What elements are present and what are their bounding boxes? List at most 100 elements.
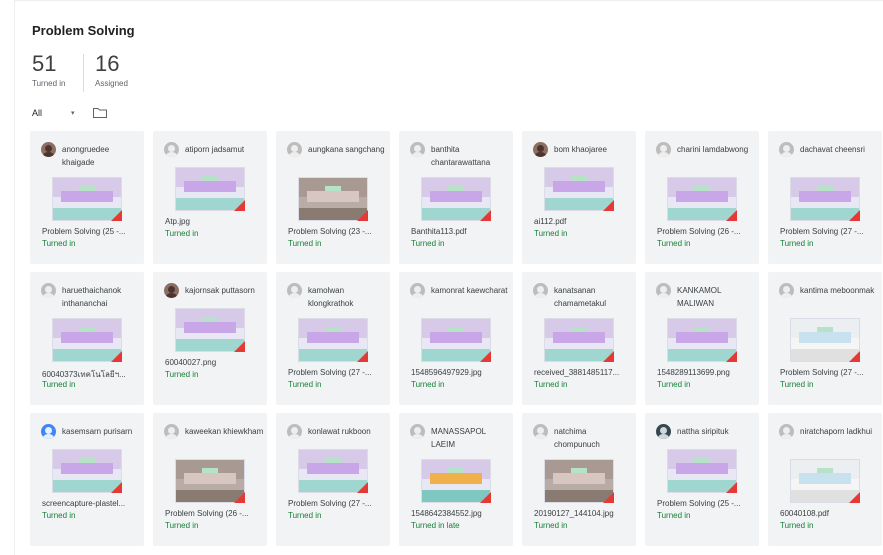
attachment-filename[interactable]: Problem Solving (27 -... [780, 227, 878, 236]
filter-dropdown[interactable]: All [32, 108, 42, 118]
turned-in-stat[interactable]: 51 Turned in [32, 52, 66, 89]
student-name[interactable]: atiporn jadsamut [185, 143, 265, 156]
file-type-badge-icon [603, 492, 614, 503]
avatar-icon [41, 283, 56, 298]
student-name[interactable]: kajornsak puttasorn [185, 284, 265, 297]
attachment-filename[interactable]: received_3881485117... [534, 368, 632, 377]
student-card[interactable]: kasemsarn purisarn screencapture-plastel.… [30, 413, 144, 546]
attachment-filename[interactable]: Problem Solving (26 -... [657, 227, 755, 236]
attachment-filename[interactable]: Problem Solving (27 -... [288, 499, 386, 508]
student-card[interactable]: kantima meboonmak Problem Solving (27 -..… [768, 272, 882, 405]
student-card[interactable]: banthita chantarawattana Banthita113.pdf T… [399, 131, 513, 264]
attachment-filename[interactable]: 60040027.png [165, 358, 263, 367]
avatar-icon [533, 142, 548, 157]
submission-status: Turned in [534, 521, 568, 530]
assigned-count: 16 [95, 51, 120, 76]
student-name[interactable]: charini lamdabwong [677, 143, 757, 156]
student-name[interactable]: dachavat cheensri [800, 143, 880, 156]
avatar-icon [287, 283, 302, 298]
submission-status: Turned in [780, 521, 814, 530]
attachment-filename[interactable]: 1548596497929.jpg [411, 368, 509, 377]
student-name[interactable]: kasemsarn purisarn [62, 425, 142, 438]
student-name[interactable]: haruethaichanok inthananchai [62, 284, 142, 310]
student-name[interactable]: anongruedee khaigade [62, 143, 142, 169]
student-card[interactable]: kanatsanan chamametakul received_38814851… [522, 272, 636, 405]
student-name[interactable]: niratchaporn ladkhui [800, 425, 880, 438]
submission-status: Turned in [534, 380, 568, 389]
file-type-badge-icon [849, 210, 860, 221]
student-card[interactable]: kamonrat kaewcharat 1548596497929.jpg Turn… [399, 272, 513, 405]
student-name[interactable]: kamolwan klongkrathok [308, 284, 388, 310]
file-type-badge-icon [234, 341, 245, 352]
avatar-icon [410, 142, 425, 157]
student-card[interactable]: natchima chompunuch 20190127_144104.jpg Tu… [522, 413, 636, 546]
attachment-filename[interactable]: 60040108.pdf [780, 509, 878, 518]
student-card[interactable]: haruethaichanok inthananchai 60040373เทคโ… [30, 272, 144, 405]
submission-status: Turned in [411, 239, 445, 248]
attachment-filename[interactable]: 1548289113699.png [657, 368, 755, 377]
student-name[interactable]: kaweekan khiewkham [185, 425, 265, 438]
student-card[interactable]: bom khaojaree ai112.pdf Turned in [522, 131, 636, 264]
submission-status: Turned in [657, 380, 691, 389]
file-type-badge-icon [603, 351, 614, 362]
student-name[interactable]: banthita chantarawattana [431, 143, 511, 169]
student-card[interactable]: charini lamdabwong Problem Solving (26 -.… [645, 131, 759, 264]
student-card[interactable]: niratchaporn ladkhui 60040108.pdf Turned i… [768, 413, 882, 546]
student-card[interactable]: MANASSAPOL LAEIM 1548642384552.jpg Turned … [399, 413, 513, 546]
attachment-filename[interactable]: ai112.pdf [534, 217, 632, 226]
file-type-badge-icon [111, 210, 122, 221]
student-name[interactable]: konlawat rukboon [308, 425, 388, 438]
avatar-icon [41, 142, 56, 157]
file-type-badge-icon [234, 200, 245, 211]
student-card[interactable]: atiporn jadsamut Atp.jpg Turned in [153, 131, 267, 264]
attachment-filename[interactable]: Problem Solving (25 -... [42, 227, 140, 236]
student-name[interactable]: kantima meboonmak [800, 284, 880, 297]
chevron-down-icon[interactable]: ▾ [71, 109, 75, 117]
attachment-filename[interactable]: 20190127_144104.jpg [534, 509, 632, 518]
file-type-badge-icon [603, 200, 614, 211]
student-name[interactable]: bom khaojaree [554, 143, 634, 156]
attachment-filename[interactable]: Problem Solving (25 -... [657, 499, 755, 508]
student-card[interactable]: kajornsak puttasorn 60040027.png Turned in [153, 272, 267, 405]
avatar-icon [41, 424, 56, 439]
attachment-filename[interactable]: Problem Solving (26 -... [165, 509, 263, 518]
submission-status: Turned in [657, 511, 691, 520]
student-name[interactable]: kamonrat kaewcharat [431, 284, 511, 297]
student-card[interactable]: anongruedee khaigade Problem Solving (25 … [30, 131, 144, 264]
file-type-badge-icon [726, 482, 737, 493]
assigned-stat[interactable]: 16 Assigned [95, 51, 128, 89]
student-name[interactable]: kanatsanan chamametakul [554, 284, 634, 310]
student-name[interactable]: KANKAMOL MALIWAN [677, 284, 757, 310]
submission-status: Turned in [42, 239, 76, 248]
attachment-filename[interactable]: screencapture-plastel... [42, 499, 140, 508]
student-card[interactable]: konlawat rukboon Problem Solving (27 -...… [276, 413, 390, 546]
file-type-badge-icon [357, 351, 368, 362]
student-card[interactable]: KANKAMOL MALIWAN 1548289113699.png Turned … [645, 272, 759, 405]
avatar-icon [287, 424, 302, 439]
submission-status: Turned in [165, 370, 199, 379]
file-type-badge-icon [111, 351, 122, 362]
avatar-icon [656, 283, 671, 298]
student-card[interactable]: kamolwan klongkrathok Problem Solving (27… [276, 272, 390, 405]
file-type-badge-icon [480, 210, 491, 221]
student-name[interactable]: nattha siripituk [677, 425, 757, 438]
student-card[interactable]: kaweekan khiewkham Problem Solving (26 -.… [153, 413, 267, 546]
attachment-filename[interactable]: 1548642384552.jpg [411, 509, 509, 518]
folder-icon[interactable] [93, 107, 107, 118]
avatar-icon [164, 142, 179, 157]
student-name[interactable]: MANASSAPOL LAEIM [431, 425, 511, 451]
attachment-filename[interactable]: Problem Solving (23 -... [288, 227, 386, 236]
file-type-badge-icon [480, 351, 491, 362]
student-card[interactable]: nattha siripituk Problem Solving (25 -...… [645, 413, 759, 546]
avatar-icon [779, 142, 794, 157]
student-name[interactable]: aungkana sangchang [308, 143, 388, 156]
attachment-filename[interactable]: Problem Solving (27 -... [288, 368, 386, 377]
student-card[interactable]: aungkana sangchang Problem Solving (23 -.… [276, 131, 390, 264]
student-name[interactable]: natchima chompunuch [554, 425, 634, 451]
student-card[interactable]: dachavat cheensri Problem Solving (27 -..… [768, 131, 882, 264]
submission-status: Turned in [165, 521, 199, 530]
attachment-filename[interactable]: Problem Solving (27 -... [780, 368, 878, 377]
attachment-filename[interactable]: Atp.jpg [165, 217, 263, 226]
turned-in-label: Turned in [32, 79, 66, 88]
attachment-filename[interactable]: Banthita113.pdf [411, 227, 509, 236]
